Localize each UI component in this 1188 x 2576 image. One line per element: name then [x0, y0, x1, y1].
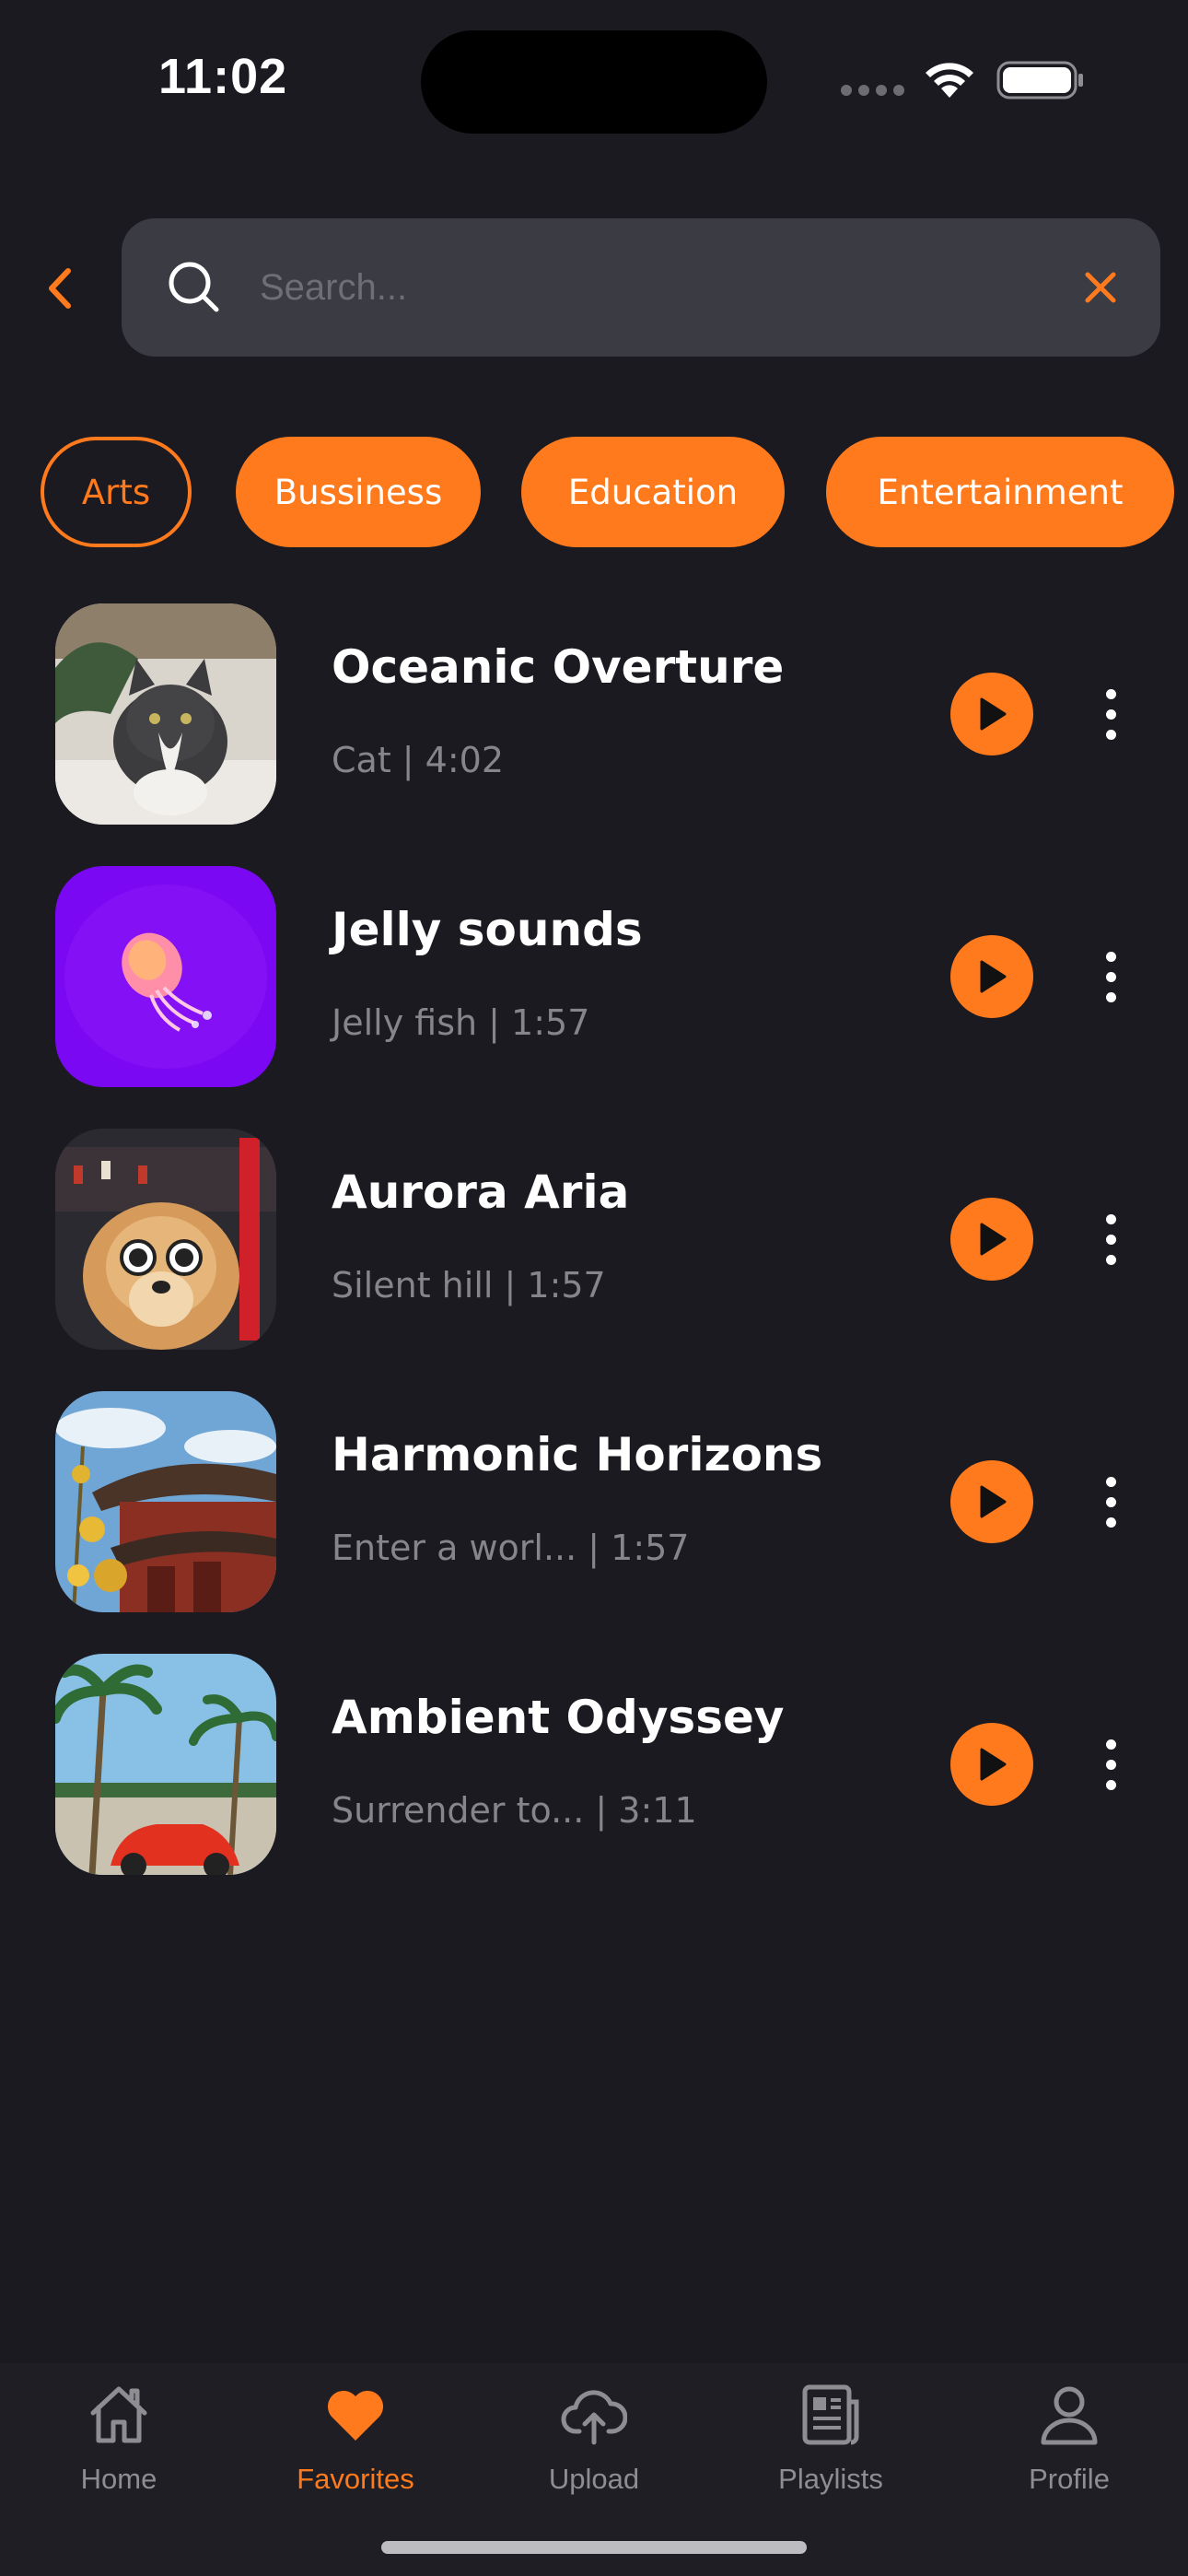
cloud-upload-icon: [561, 2390, 627, 2445]
play-button[interactable]: [950, 1198, 1033, 1281]
play-button[interactable]: [950, 673, 1033, 755]
user-icon: [1041, 2386, 1098, 2445]
document-icon: [802, 2384, 859, 2445]
palm-car-photo-thumbnail: [55, 1654, 276, 1875]
play-button[interactable]: [950, 1460, 1033, 1543]
track-subtitle: Cat | 4:02: [332, 740, 505, 780]
chevron-left-icon: [49, 268, 71, 309]
back-button[interactable]: [37, 258, 83, 319]
more-options-button[interactable]: [1096, 931, 1125, 1023]
track-title: Aurora Aria: [332, 1165, 630, 1219]
tab-label: Home: [80, 2463, 157, 2495]
play-icon: [980, 1748, 1007, 1781]
tab-label: Upload: [548, 2463, 640, 2495]
play-icon: [980, 1223, 1007, 1256]
track-row[interactable]: Jelly sounds Jelly fish | 1:57: [0, 866, 1188, 1087]
track-subtitle: Enter a worl... | 1:57: [332, 1528, 690, 1568]
chip-education[interactable]: Education: [521, 437, 785, 547]
tab-playlists[interactable]: Playlists: [739, 2363, 923, 2529]
search-input[interactable]: [260, 251, 1015, 324]
tab-label: Favorites: [297, 2463, 414, 2495]
tab-label: Playlists: [778, 2463, 883, 2495]
wifi-icon: [926, 63, 973, 98]
play-icon: [980, 697, 1007, 731]
tab-home[interactable]: Home: [27, 2363, 211, 2529]
track-title: Oceanic Overture: [332, 640, 785, 694]
play-button[interactable]: [950, 935, 1033, 1018]
track-row[interactable]: Ambient Odyssey Surrender to... | 3:11: [0, 1654, 1188, 1875]
tab-profile[interactable]: Profile: [977, 2363, 1161, 2529]
track-row[interactable]: Aurora Aria Silent hill | 1:57: [0, 1129, 1188, 1350]
search-icon: [169, 262, 219, 312]
chip-arts[interactable]: Arts: [41, 437, 192, 547]
cellular-signal-icon: [841, 85, 905, 98]
close-icon: [1085, 272, 1116, 303]
chip-bussiness[interactable]: Bussiness: [236, 437, 481, 547]
category-chips: Arts Bussiness Education Entertainment: [41, 437, 1188, 547]
search-bar[interactable]: [122, 218, 1160, 357]
track-subtitle: Silent hill | 1:57: [332, 1265, 606, 1306]
dynamic-island: [421, 30, 767, 134]
more-options-button[interactable]: [1096, 1456, 1125, 1548]
track-subtitle: Surrender to... | 3:11: [332, 1790, 697, 1831]
dog-sunglasses-photo-thumbnail: [55, 1129, 276, 1350]
more-options-button[interactable]: [1096, 668, 1125, 760]
status-bar: 11:02: [0, 0, 1188, 157]
cat-photo-thumbnail: [55, 603, 276, 825]
jellyfish-photo-thumbnail: [55, 866, 276, 1087]
home-indicator: [381, 2541, 807, 2554]
track-subtitle: Jelly fish | 1:57: [332, 1002, 590, 1043]
more-options-button[interactable]: [1096, 1193, 1125, 1285]
track-title: Harmonic Horizons: [332, 1428, 823, 1481]
pagoda-photo-thumbnail: [55, 1391, 276, 1612]
track-title: Jelly sounds: [332, 903, 643, 956]
play-button[interactable]: [950, 1723, 1033, 1806]
tab-favorites[interactable]: Favorites: [263, 2363, 448, 2529]
play-icon: [980, 960, 1007, 993]
status-time: 11:02: [158, 49, 288, 104]
heart-icon: [327, 2390, 384, 2441]
chip-entertainment[interactable]: Entertainment: [826, 437, 1174, 547]
play-icon: [980, 1485, 1007, 1518]
track-row[interactable]: Oceanic Overture Cat | 4:02: [0, 603, 1188, 825]
tab-label: Profile: [1029, 2463, 1110, 2495]
clear-search-button[interactable]: [1070, 257, 1131, 318]
home-icon: [90, 2386, 147, 2443]
battery-icon: [996, 61, 1083, 100]
track-title: Ambient Odyssey: [332, 1691, 785, 1744]
track-row[interactable]: Harmonic Horizons Enter a worl... | 1:57: [0, 1391, 1188, 1612]
more-options-button[interactable]: [1096, 1718, 1125, 1810]
tab-upload[interactable]: Upload: [502, 2363, 686, 2529]
